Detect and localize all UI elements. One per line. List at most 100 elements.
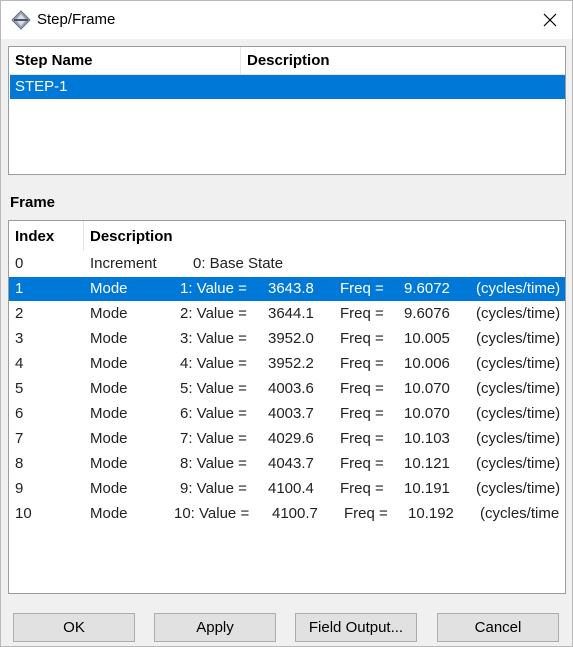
cancel-button[interactable]: Cancel (437, 613, 559, 642)
frame-index: 7 (15, 430, 24, 447)
frame-description: 3: Value = (180, 330, 247, 347)
frame-row[interactable]: 1 Mode 1: Value = 3643.8 Freq = 9.6072 (cycles… (9, 277, 565, 301)
frame-type: Mode (90, 330, 128, 347)
frame-value: 3952.2 (268, 355, 314, 372)
frame-type: Mode (90, 430, 128, 447)
frame-index: 9 (15, 480, 24, 497)
frame-freq-value: 10.070 (404, 380, 450, 397)
frame-index: 0 (15, 255, 24, 272)
frame-freq-unit: (cycles/time) (476, 405, 561, 422)
frame-freq-unit: (cycles/time) (476, 380, 561, 397)
frame-freq-value: 10.191 (404, 480, 450, 497)
frame-row[interactable]: 8 Mode 8: Value = 4043.7 Freq = 10.121 (cycles… (9, 452, 565, 476)
frame-type: Mode (90, 305, 128, 322)
frame-description: 4: Value = (180, 355, 247, 372)
frame-freq-unit: (cycles/time) (476, 430, 561, 447)
frame-row[interactable]: 7 Mode 7: Value = 4029.6 Freq = 10.103 (cycles… (9, 427, 565, 451)
frame-row[interactable]: 4 Mode 4: Value = 3952.2 Freq = 10.006 (cycles… (9, 352, 565, 376)
close-icon (543, 13, 557, 27)
frame-freq-label: Freq = (340, 455, 384, 472)
frame-index: 4 (15, 355, 24, 372)
step-list: Step Name Description STEP-1 (8, 46, 566, 175)
step-name-column-header[interactable]: Step Name (9, 47, 241, 74)
frame-freq-unit: (cycles/time) (476, 280, 561, 297)
step-list-header: Step Name Description (9, 47, 565, 75)
frame-row[interactable]: 3 Mode 3: Value = 3952.0 Freq = 10.005 (cycles… (9, 327, 565, 351)
frame-freq-unit: (cycles/time) (476, 480, 561, 497)
frame-index: 2 (15, 305, 24, 322)
frame-row[interactable]: 2 Mode 2: Value = 3644.1 Freq = 9.6076 (cycles… (9, 302, 565, 326)
frame-description: 6: Value = (180, 405, 247, 422)
frame-freq-unit: (cycles/time) (476, 305, 561, 322)
frame-value: 4100.7 (272, 505, 318, 522)
frame-freq-label: Freq = (344, 505, 388, 522)
title-bar: Step/Frame (1, 1, 572, 39)
frame-row[interactable]: 6 Mode 6: Value = 4003.7 Freq = 10.070 (cycles… (9, 402, 565, 426)
frame-index: 6 (15, 405, 24, 422)
frame-list: Index Description 0 Increment 0: Base Stat… (8, 220, 566, 594)
frame-freq-value: 9.6072 (404, 280, 450, 297)
frame-description: 9: Value = (180, 480, 247, 497)
frame-section-label: Frame (10, 194, 56, 211)
frame-freq-label: Freq = (340, 355, 384, 372)
frame-row[interactable]: 0 Increment 0: Base State (9, 252, 565, 276)
frame-freq-label: Freq = (340, 280, 384, 297)
frame-freq-value: 10.006 (404, 355, 450, 372)
field-output-button[interactable]: Field Output... (295, 613, 417, 642)
frame-value: 4043.7 (268, 455, 314, 472)
frame-description: 7: Value = (180, 430, 247, 447)
frame-value: 3952.0 (268, 330, 314, 347)
frame-freq-label: Freq = (340, 480, 384, 497)
frame-index: 10 (15, 505, 32, 522)
app-icon (11, 10, 31, 30)
apply-button[interactable]: Apply (154, 613, 276, 642)
description-column-header[interactable]: Description (84, 221, 565, 251)
step-name: STEP-1 (15, 78, 68, 95)
step-description-column-header[interactable]: Description (241, 47, 565, 74)
frame-freq-unit: (cycles/time) (476, 455, 561, 472)
frame-description: 0: Base State (193, 255, 284, 272)
frame-index: 8 (15, 455, 24, 472)
window-title: Step/Frame (37, 11, 116, 28)
frame-type: Mode (90, 480, 128, 497)
frame-type: Mode (90, 405, 128, 422)
frame-row[interactable]: 5 Mode 5: Value = 4003.6 Freq = 10.070 (cycles… (9, 377, 565, 401)
frame-value: 4003.7 (268, 405, 314, 422)
frame-type: Mode (90, 355, 128, 372)
frame-freq-unit: (cycles/time (480, 505, 560, 522)
frame-index: 3 (15, 330, 24, 347)
frame-freq-label: Freq = (340, 305, 384, 322)
frame-type: Mode (90, 455, 128, 472)
frame-value: 3643.8 (268, 280, 314, 297)
frame-freq-unit: (cycles/time) (476, 355, 561, 372)
frame-description: 8: Value = (180, 455, 247, 472)
frame-row[interactable]: 9 Mode 9: Value = 4100.4 Freq = 10.191 (cycles… (9, 477, 565, 501)
frame-row[interactable]: 10 Mode 10: Value = 4100.7 Freq = 10.192 (cycl… (9, 502, 565, 526)
index-column-header[interactable]: Index (9, 221, 84, 251)
frame-type: Mode (90, 380, 128, 397)
frame-value: 4003.6 (268, 380, 314, 397)
ok-button[interactable]: OK (13, 613, 135, 642)
frame-freq-value: 9.6076 (404, 305, 450, 322)
frame-description: 2: Value = (180, 305, 247, 322)
frame-type: Mode (90, 505, 128, 522)
frame-value: 4100.4 (268, 480, 314, 497)
frame-freq-value: 10.005 (404, 330, 450, 347)
frame-description: 5: Value = (180, 380, 247, 397)
frame-type: Mode (90, 280, 128, 297)
frame-freq-unit: (cycles/time) (476, 330, 561, 347)
frame-description: 10: Value = (174, 505, 250, 522)
frame-list-header: Index Description (9, 221, 565, 251)
frame-freq-label: Freq = (340, 430, 384, 447)
frame-value: 3644.1 (268, 305, 314, 322)
frame-freq-value: 10.121 (404, 455, 450, 472)
frame-freq-value: 10.192 (408, 505, 454, 522)
frame-index: 5 (15, 380, 24, 397)
frame-value: 4029.6 (268, 430, 314, 447)
close-button[interactable] (534, 5, 566, 35)
frame-index: 1 (15, 280, 24, 297)
step-row-step-1[interactable]: STEP-1 (10, 75, 565, 99)
step-frame-dialog: Step/Frame Step Name Description STEP-1 … (0, 0, 573, 647)
frame-type: Increment (90, 255, 157, 272)
frame-freq-label: Freq = (340, 330, 384, 347)
